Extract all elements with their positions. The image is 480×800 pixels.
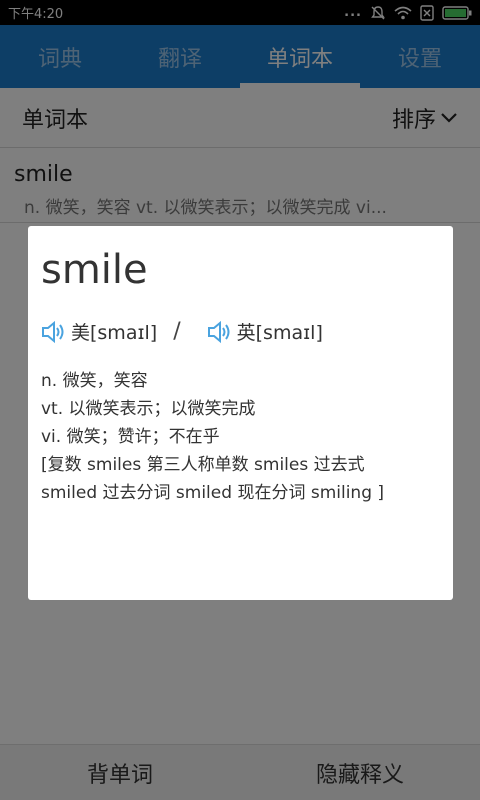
definition-line: vt. 以微笑表示；以微笑完成 <box>41 399 256 419</box>
us-phonetic: 美[smaɪl] <box>71 322 158 344</box>
speaker-icon <box>207 320 230 343</box>
phonetic-separator: / <box>173 319 181 344</box>
phonetics-row: 美[smaɪl] / 英[smaɪl] <box>41 318 440 345</box>
definition-line: vi. 微笑；赞许；不在乎 <box>41 427 220 447</box>
definition-line: smiled 过去分词 smiled 现在分词 smiling ] <box>41 483 385 503</box>
uk-phonetic: 英[smaɪl] <box>236 322 323 344</box>
uk-pronunciation-button[interactable]: 英[smaɪl] <box>207 318 323 345</box>
definition-line: [复数 smiles 第三人称单数 smiles 过去式 <box>41 455 365 475</box>
us-pronunciation-button[interactable]: 美[smaɪl] <box>41 318 157 345</box>
definition-line: n. 微笑，笑容 <box>41 371 148 391</box>
definitions: n. 微笑，笑容 vt. 以微笑表示；以微笑完成 vi. 微笑；赞许；不在乎 [… <box>41 367 440 507</box>
word-detail-dialog: smile 美[smaɪl] / 英[smaɪl] n. 微笑，笑容 vt. 以… <box>28 226 453 600</box>
speaker-icon <box>42 320 64 343</box>
dialog-word: smile <box>41 247 148 293</box>
